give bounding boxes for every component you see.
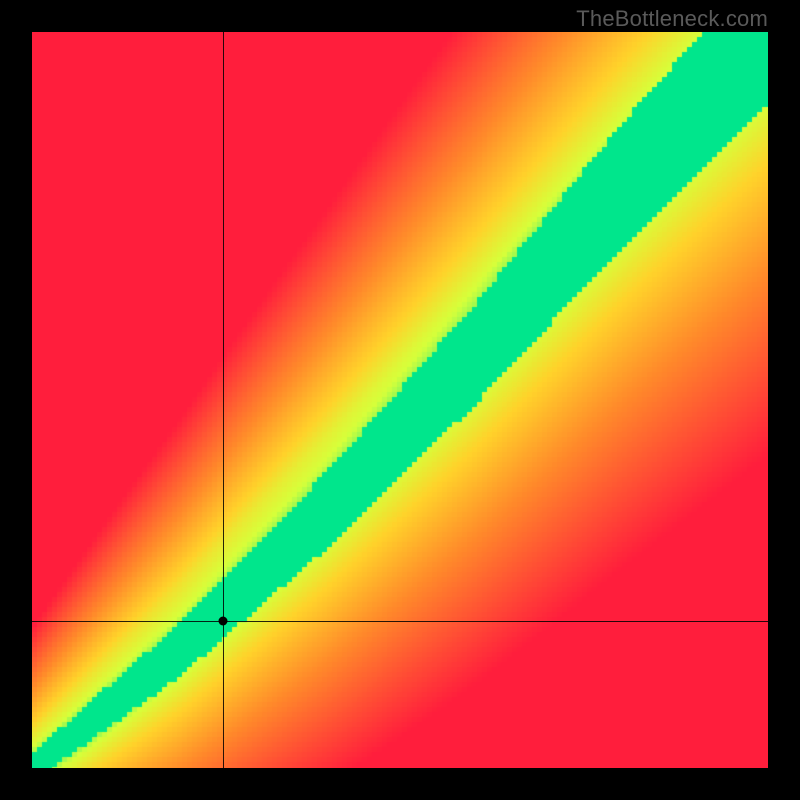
chart-container: TheBottleneck.com (0, 0, 800, 800)
plot-area (32, 32, 768, 768)
marker-dot (219, 616, 228, 625)
crosshair-vertical (223, 32, 224, 768)
heatmap-canvas (32, 32, 768, 768)
watermark-text: TheBottleneck.com (576, 6, 768, 32)
crosshair-horizontal (32, 621, 768, 622)
